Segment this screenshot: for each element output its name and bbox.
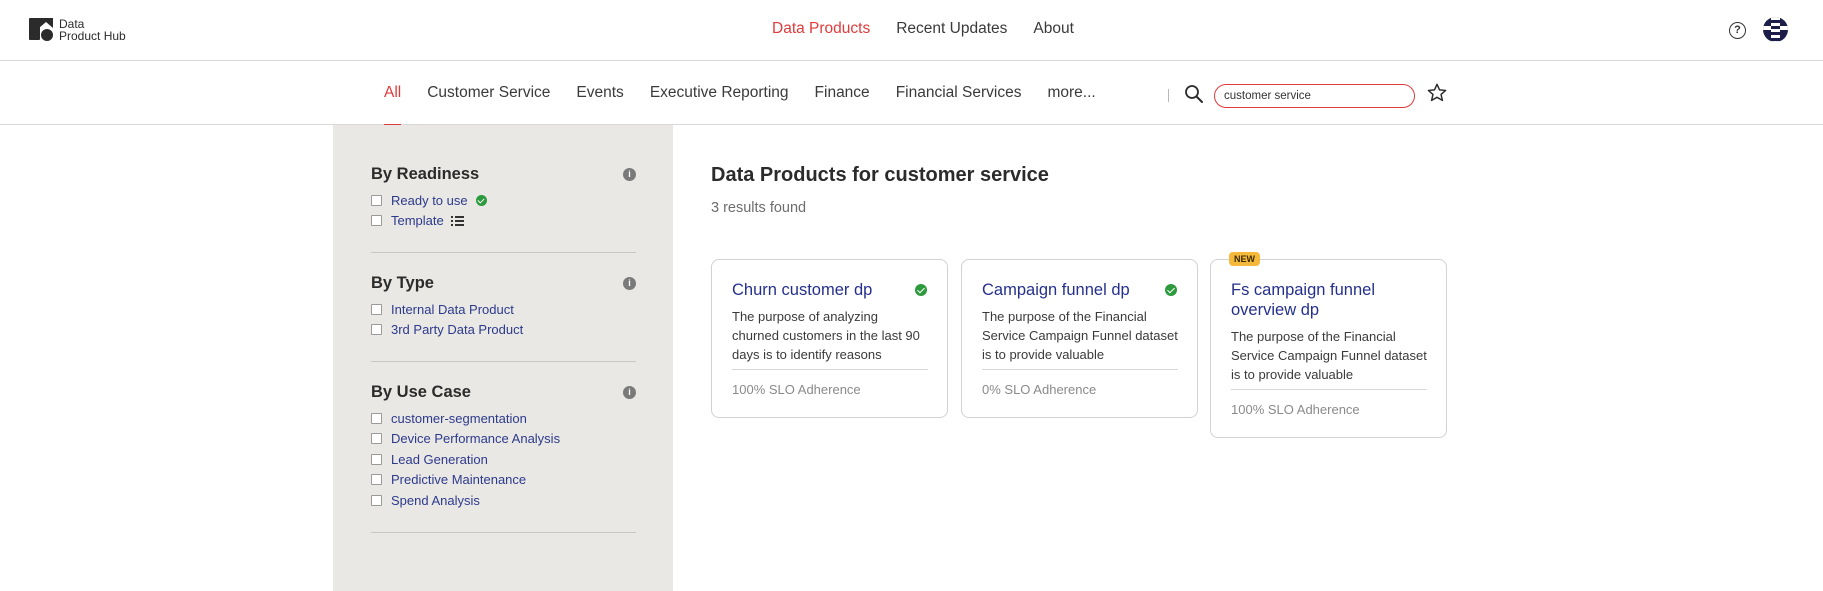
filter-title-use-case: By Use Case bbox=[371, 383, 471, 401]
checkbox[interactable] bbox=[371, 433, 382, 445]
logo-text: Data Product Hub bbox=[59, 18, 126, 42]
tab-customer-service[interactable]: Customer Service bbox=[427, 84, 550, 102]
category-tabs: All Customer Service Events Executive Re… bbox=[384, 84, 1096, 126]
checkbox[interactable] bbox=[371, 303, 382, 315]
filter-option-device-performance[interactable]: Device Performance Analysis bbox=[371, 429, 636, 450]
filter-option-template[interactable]: Template bbox=[371, 211, 636, 232]
new-badge: NEW bbox=[1229, 252, 1260, 266]
card-title[interactable]: Fs campaign funnel overview dp bbox=[1231, 280, 1427, 320]
filter-option-ready-to-use[interactable]: Ready to use bbox=[371, 190, 636, 211]
ready-check-icon bbox=[475, 194, 487, 206]
logo-line-2: Product Hub bbox=[59, 29, 126, 43]
card-divider bbox=[1231, 389, 1427, 390]
data-product-card[interactable]: NEW Fs campaign funnel overview dp The p… bbox=[1210, 252, 1447, 438]
checkbox[interactable] bbox=[371, 474, 382, 486]
tab-all[interactable]: All bbox=[384, 84, 402, 126]
filter-by-readiness: By Readiness i Ready to use Template bbox=[371, 165, 636, 231]
filter-divider bbox=[371, 361, 636, 362]
slo-adherence: 0% SLO Adherence bbox=[982, 382, 1097, 397]
option-label: Ready to use bbox=[391, 192, 468, 208]
help-icon[interactable]: ? bbox=[1729, 22, 1746, 39]
option-label: customer-segmentation bbox=[391, 410, 527, 426]
option-label: Template bbox=[391, 213, 444, 229]
filter-divider bbox=[371, 252, 636, 253]
option-label: Spend Analysis bbox=[391, 492, 480, 508]
logo-mark-icon bbox=[29, 18, 55, 42]
filter-option-third-party[interactable]: 3rd Party Data Product bbox=[371, 320, 636, 341]
filter-option-predictive-maintenance[interactable]: Predictive Maintenance bbox=[371, 470, 636, 491]
primary-nav: Data Products Recent Updates About bbox=[772, 20, 1074, 38]
filter-divider bbox=[371, 532, 636, 533]
star-icon[interactable] bbox=[1426, 82, 1448, 104]
nav-about[interactable]: About bbox=[1033, 20, 1074, 38]
category-bar: All Customer Service Events Executive Re… bbox=[0, 62, 1823, 126]
data-product-card[interactable]: Campaign funnel dp The purpose of the Fi… bbox=[961, 259, 1198, 418]
option-label: Predictive Maintenance bbox=[391, 472, 527, 488]
filter-by-type: By Type i Internal Data Product 3rd Part… bbox=[371, 274, 636, 340]
info-icon[interactable]: i bbox=[623, 277, 636, 290]
filter-title-readiness: By Readiness bbox=[371, 165, 480, 183]
checkbox[interactable] bbox=[371, 494, 382, 506]
tab-events[interactable]: Events bbox=[576, 84, 623, 102]
search-input[interactable] bbox=[1214, 84, 1415, 108]
card-description: The purpose of the Financial Service Cam… bbox=[982, 309, 1178, 362]
tab-financial-services[interactable]: Financial Services bbox=[896, 84, 1022, 102]
search-icon[interactable] bbox=[1184, 84, 1204, 104]
checkbox[interactable] bbox=[371, 453, 382, 465]
filter-option-spend-analysis[interactable]: Spend Analysis bbox=[371, 490, 636, 511]
option-label: Internal Data Product bbox=[391, 301, 514, 317]
filter-option-customer-segmentation[interactable]: customer-segmentation bbox=[371, 408, 636, 429]
card-divider bbox=[982, 369, 1178, 370]
list-icon bbox=[450, 215, 464, 226]
option-label: Lead Generation bbox=[391, 451, 488, 467]
card-divider bbox=[732, 369, 928, 370]
tab-more[interactable]: more... bbox=[1047, 84, 1095, 102]
result-count: 3 results found bbox=[711, 200, 807, 216]
option-label: 3rd Party Data Product bbox=[391, 322, 524, 338]
divider bbox=[1168, 89, 1169, 102]
ready-check-icon bbox=[1165, 284, 1177, 296]
tab-executive-reporting[interactable]: Executive Reporting bbox=[650, 84, 789, 102]
filter-by-use-case: By Use Case i customer-segmentation Devi… bbox=[371, 383, 636, 511]
ready-check-icon bbox=[915, 284, 927, 296]
option-label: Device Performance Analysis bbox=[391, 431, 561, 447]
page-title: Data Products for customer service bbox=[711, 164, 1049, 186]
nav-data-products[interactable]: Data Products bbox=[772, 20, 870, 38]
filter-sidebar: By Readiness i Ready to use Template By … bbox=[333, 125, 673, 591]
filter-option-lead-generation[interactable]: Lead Generation bbox=[371, 449, 636, 470]
data-product-card[interactable]: Churn customer dp The purpose of analyzi… bbox=[711, 259, 948, 418]
logo[interactable]: Data Product Hub bbox=[29, 18, 126, 42]
slo-adherence: 100% SLO Adherence bbox=[1231, 402, 1360, 417]
nav-recent-updates[interactable]: Recent Updates bbox=[896, 20, 1007, 38]
card-title[interactable]: Campaign funnel dp bbox=[982, 280, 1178, 300]
card-title[interactable]: Churn customer dp bbox=[732, 280, 928, 300]
card-description: The purpose of analyzing churned custome… bbox=[732, 309, 920, 362]
filter-option-internal[interactable]: Internal Data Product bbox=[371, 299, 636, 320]
checkbox[interactable] bbox=[371, 324, 382, 336]
checkbox[interactable] bbox=[371, 194, 382, 206]
top-header: Data Product Hub Data Products Recent Up… bbox=[0, 0, 1823, 61]
tab-finance[interactable]: Finance bbox=[815, 84, 870, 102]
slo-adherence: 100% SLO Adherence bbox=[732, 382, 861, 397]
checkbox[interactable] bbox=[371, 215, 382, 227]
checkbox[interactable] bbox=[371, 412, 382, 424]
info-icon[interactable]: i bbox=[623, 386, 636, 399]
info-icon[interactable]: i bbox=[623, 168, 636, 181]
avatar[interactable] bbox=[1763, 17, 1788, 42]
card-description: The purpose of the Financial Service Cam… bbox=[1231, 329, 1427, 382]
filter-title-type: By Type bbox=[371, 274, 434, 292]
